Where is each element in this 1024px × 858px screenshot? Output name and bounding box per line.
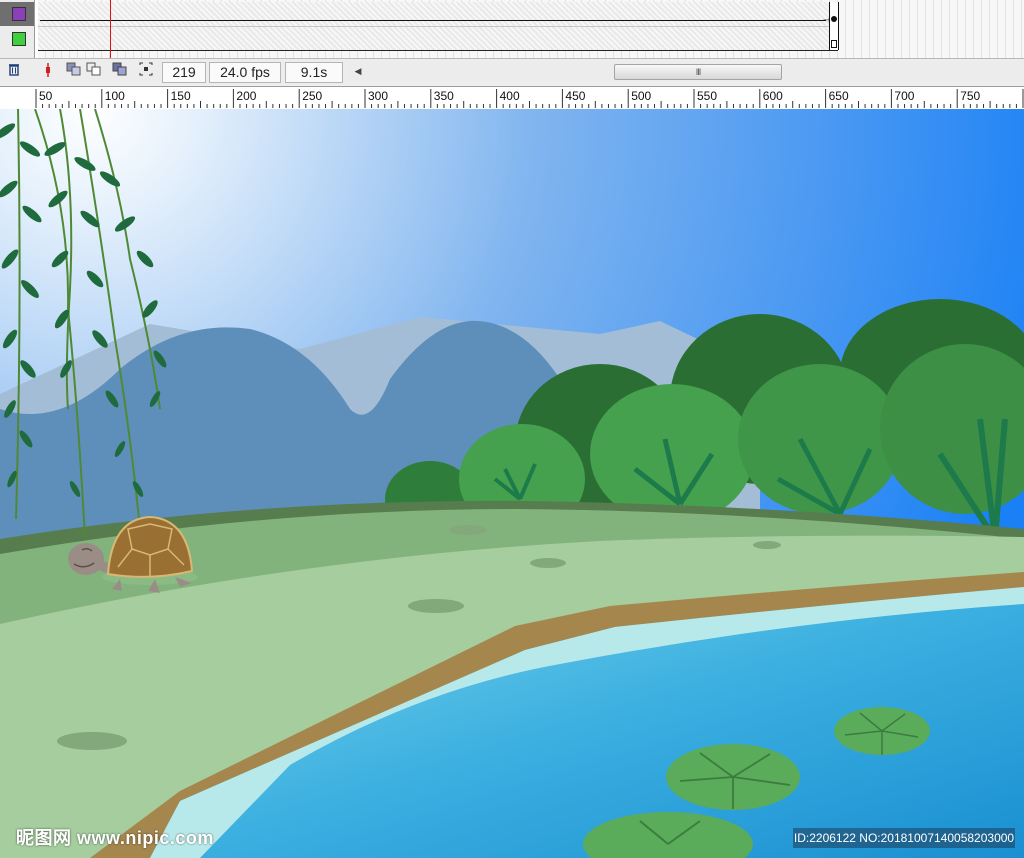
end-frame-box-icon [831, 40, 837, 48]
scroll-left-arrow-icon[interactable]: ◀ [350, 63, 366, 80]
ruler-label: 350 [434, 89, 454, 103]
stage-canvas[interactable] [0, 109, 1024, 858]
frame-divider [38, 26, 838, 27]
tween-span-2[interactable] [38, 27, 838, 51]
ruler-label: 100 [105, 89, 125, 103]
layer-outline-swatch-icon[interactable] [12, 7, 26, 21]
onion-skin-icon[interactable] [64, 62, 84, 82]
ruler-label: 750 [960, 89, 980, 103]
current-frame-field: 219 [162, 62, 206, 83]
layer-row-2[interactable] [0, 27, 34, 51]
tween-span-1[interactable] [38, 2, 838, 26]
ruler-label: 500 [631, 89, 651, 103]
ruler-label: 600 [763, 89, 783, 103]
ruler-label: 650 [829, 89, 849, 103]
timeline-status-bar: 219 24.0 fps 9.1s ◀ III [0, 58, 1024, 139]
trash-icon[interactable] [4, 62, 24, 82]
edit-multiple-frames-icon[interactable] [110, 62, 130, 82]
frame-rate-field[interactable]: 24.0 fps [209, 62, 281, 83]
elapsed-time-field: 9.1s [285, 62, 343, 83]
scene-artwork [0, 109, 1024, 858]
layer-column [0, 0, 35, 58]
frame-divider [38, 50, 838, 51]
playhead[interactable] [110, 0, 111, 58]
ruler-label: 550 [697, 89, 717, 103]
end-keyframe[interactable] [829, 2, 839, 50]
modify-onion-markers-icon[interactable] [136, 62, 156, 82]
horizontal-ruler: 50 100 150 200 250 300 350 400 450 500 550 600 650 70… [0, 86, 1024, 110]
center-frame-icon[interactable] [38, 62, 58, 82]
nipic-watermark: 昵图网 www.nipic.com [16, 828, 214, 848]
ruler-label: 400 [500, 89, 520, 103]
ruler-label: 450 [565, 89, 585, 103]
layer-outline-swatch-icon[interactable] [12, 32, 26, 46]
motion-tween-line [40, 20, 826, 21]
layer-row-1[interactable] [0, 2, 34, 26]
ruler-label: 250 [302, 89, 322, 103]
frame-grid[interactable]: ➝ [38, 0, 1024, 58]
ruler-ticks: 50 100 150 200 250 300 350 400 450 500 550 600 650 70… [35, 89, 1024, 108]
ruler-label: 50 [39, 89, 53, 103]
image-id-watermark: ID:2206122 NO:20181007140058203000 [793, 828, 1015, 848]
scroll-thumb[interactable]: III [614, 64, 782, 80]
onion-skin-outlines-icon[interactable] [84, 62, 104, 82]
timeline-horizontal-scrollbar[interactable]: ◀ III [350, 63, 1018, 80]
ruler-label: 150 [171, 89, 191, 103]
ruler-label: 200 [236, 89, 256, 103]
timeline-panel: ➝ [0, 0, 1024, 58]
keyframe-dot-icon [831, 16, 837, 22]
ruler-label: 300 [368, 89, 388, 103]
ruler-label: 700 [894, 89, 914, 103]
